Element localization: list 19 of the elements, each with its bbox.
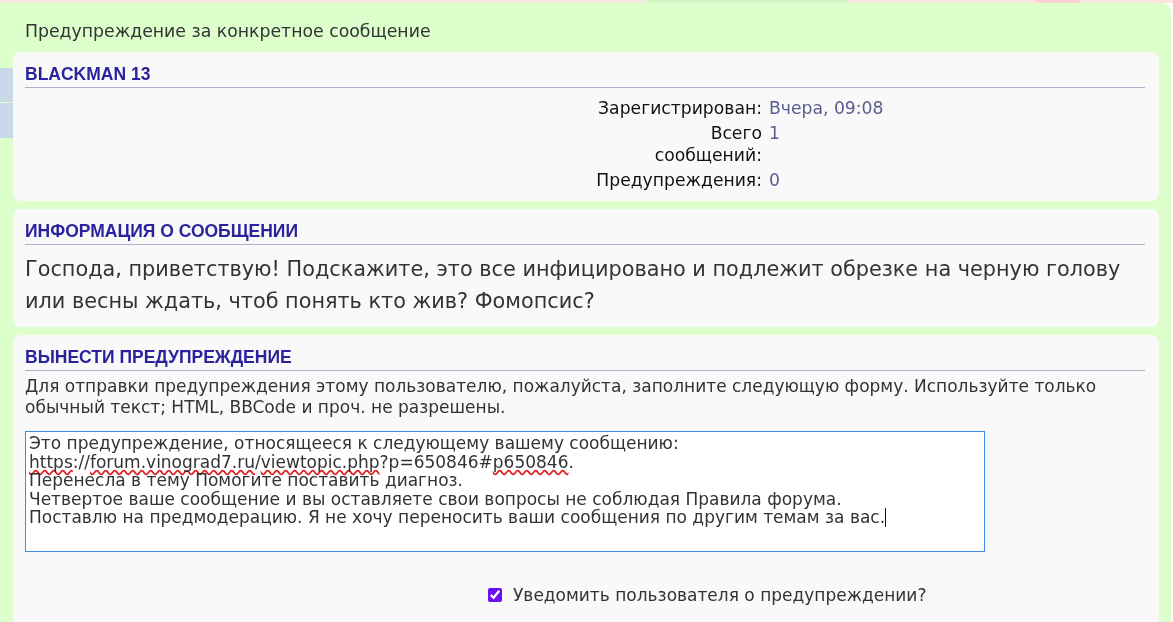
sidebar-panel-edge [0, 68, 13, 102]
text-cursor-icon [885, 508, 887, 527]
field-label: Предупреждения: [596, 169, 762, 191]
tab-edge [1036, 0, 1080, 3]
field-label: Всего сообщений: [654, 122, 762, 166]
sidebar-panel-edge [0, 103, 13, 138]
field-label: Зарегистрирован: [598, 97, 762, 119]
field-value: 1 [769, 122, 781, 145]
field-value: Вчера, 09:08 [769, 97, 885, 119]
notify-checkbox[interactable] [488, 588, 502, 602]
notify-label[interactable]: Уведомить пользователя о предупреждении? [513, 584, 927, 606]
instructions-text: Для отправки предупреждения этому пользователю, пожалуйста, заполните следующую форму. Используйте только обычный текст; HTML, BBCode и проч. не разрешены. [25, 376, 1098, 418]
message-textarea[interactable]: Это предупреждение, относящееся к следующему вашему сообщению: https://forum.vinograd7.ru/viewtopic.php?p=650846#p650846. Перенесла в тему Помогите поставить диагноз. Четвертое ваше сообщение и вы оставляете свои вопросы не соблюдая Правила форума. Поставлю на предмодерацию. Я не хочу переносить ваши сообщения по другим темам за вас. [25, 431, 985, 552]
card-heading: ИНФОРМАЦИЯ О СООБЩЕНИИ [25, 222, 1145, 245]
post-text: Господа, приветствую! Подскажите, это все инфицировано и подлежит обрезке на черную голову или весны ждать, чтоб понять кто жив? Фомопсис? [25, 256, 1122, 315]
card-heading: ВЫНЕСТИ ПРЕДУПРЕЖДЕНИЕ [25, 348, 1145, 371]
page-title: Предупреждение за конкретное сообщение [24, 20, 432, 43]
card-heading: BLACKMAN 13 [25, 65, 1145, 88]
field-value: 0 [769, 169, 781, 191]
